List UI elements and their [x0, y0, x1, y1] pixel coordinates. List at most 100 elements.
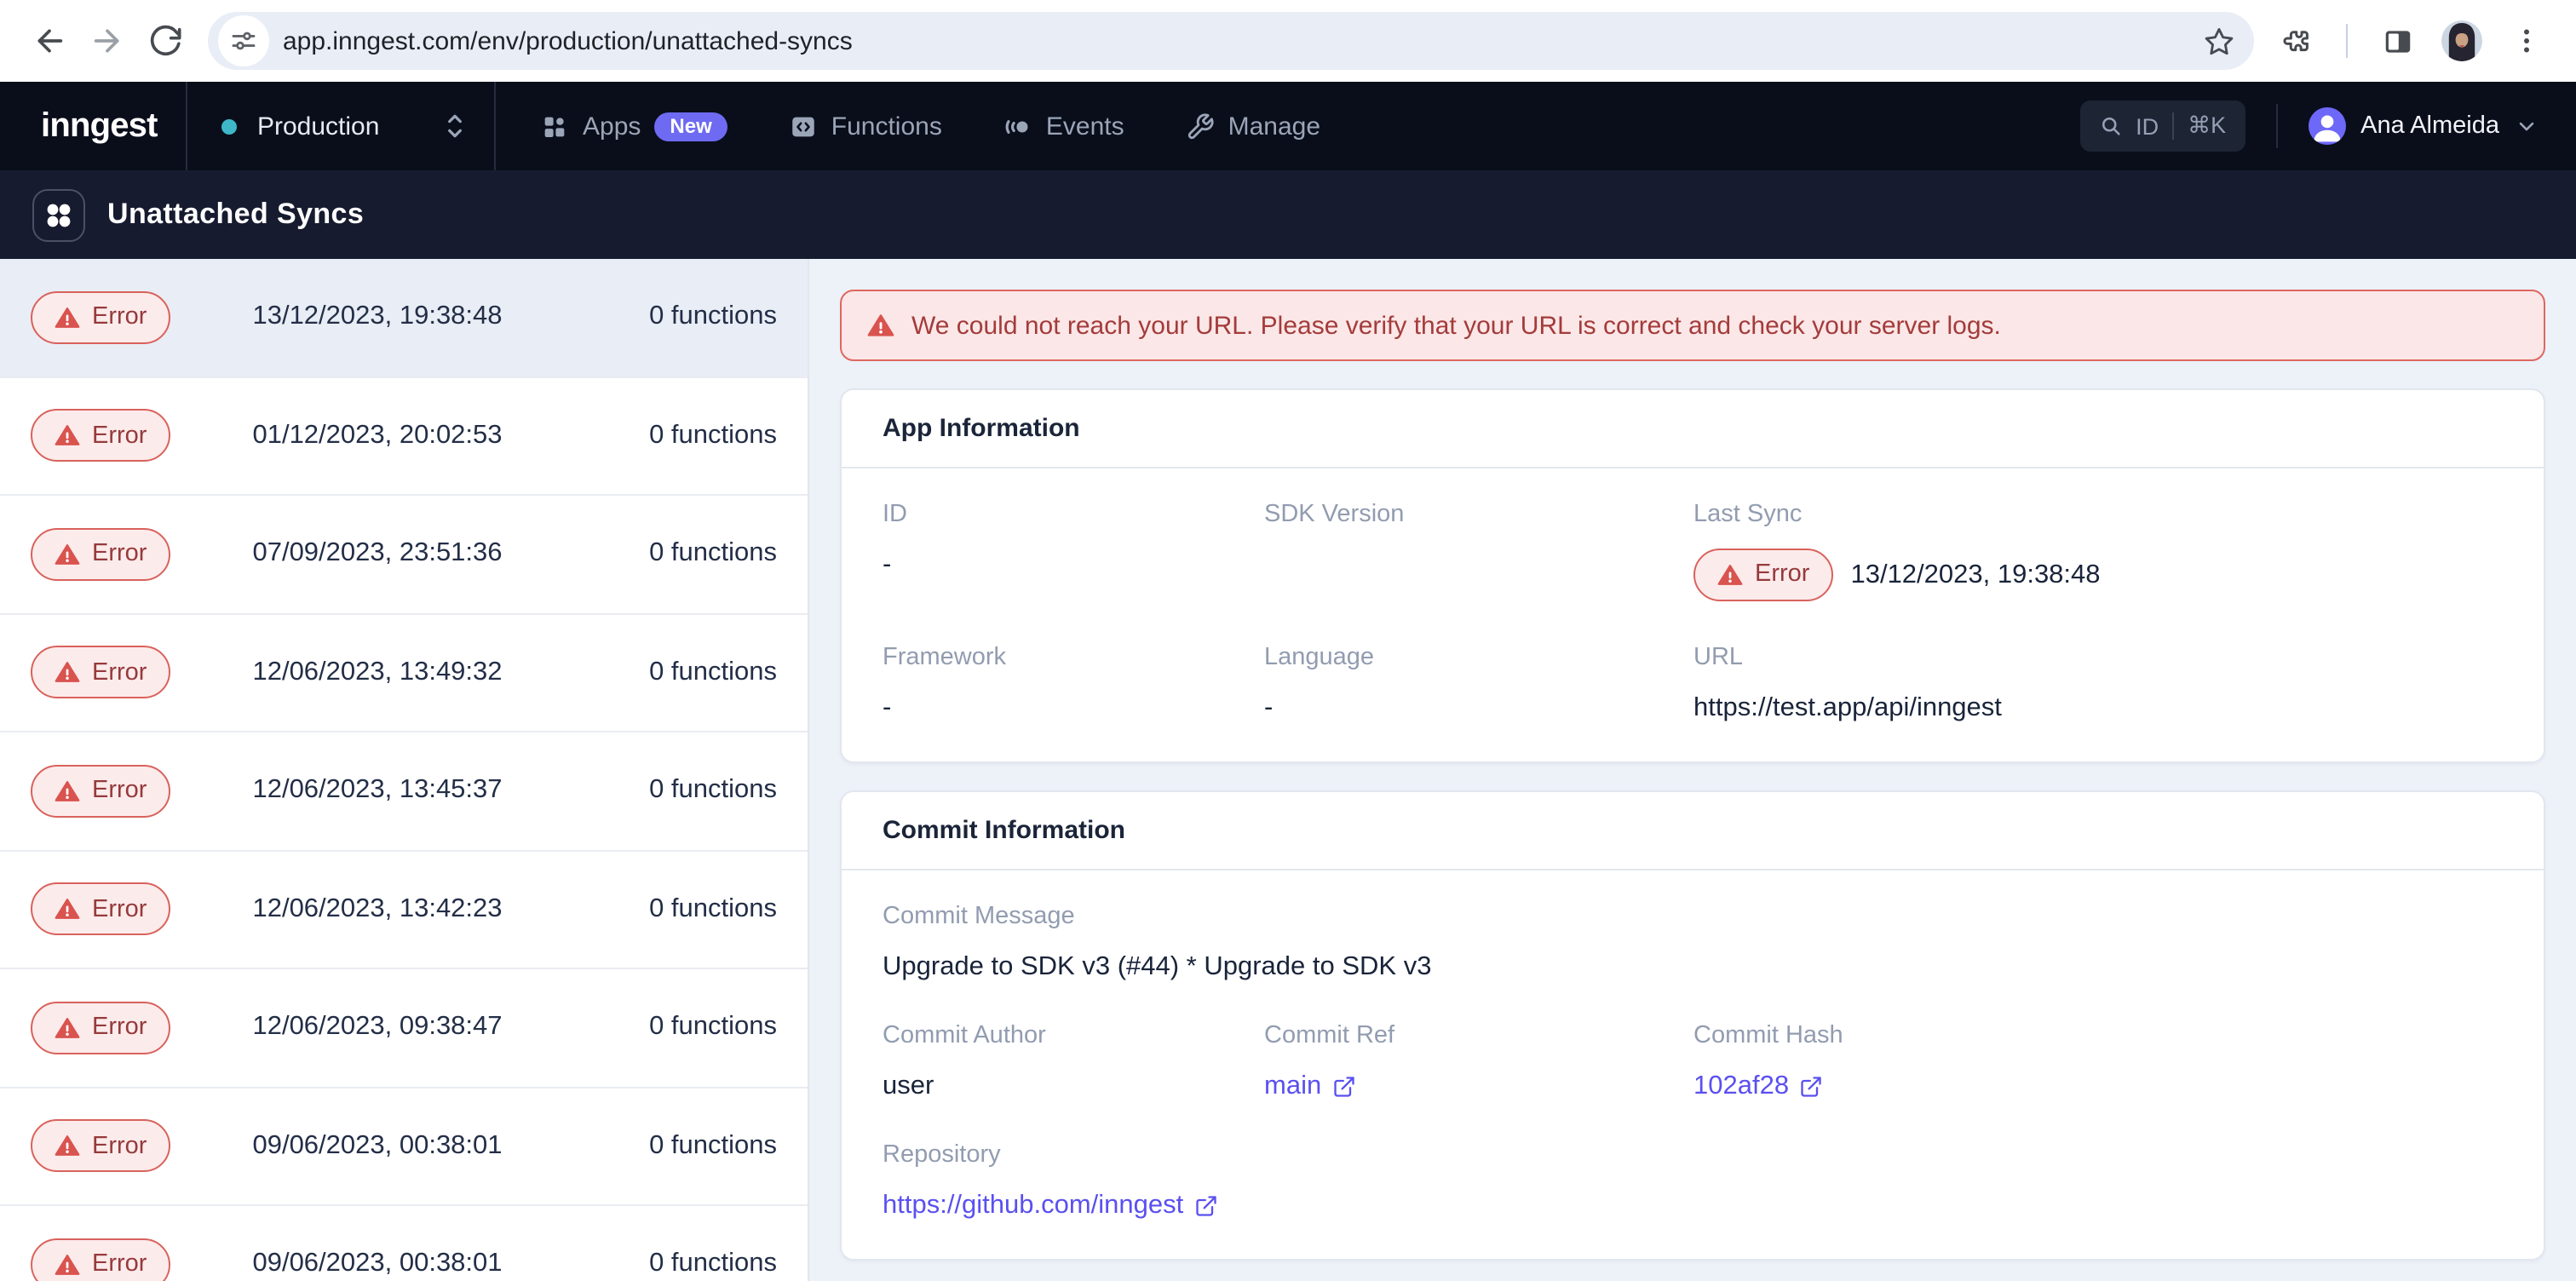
syncs-list: Error 13/12/2023, 19:38:48 0 functions E… — [0, 259, 809, 1281]
url-bar[interactable]: app.inngest.com/env/production/unattache… — [208, 12, 2254, 70]
card-title: App Information — [842, 390, 2544, 468]
browser-menu-button[interactable] — [2498, 12, 2556, 70]
commit-hash-link[interactable]: 102af28 — [1693, 1070, 1823, 1102]
url-text[interactable]: app.inngest.com/env/production/unattache… — [283, 26, 2193, 55]
new-badge: New — [654, 112, 727, 141]
field-sdk-version: SDK Version — [1264, 503, 1693, 601]
nav-item-apps[interactable]: Apps New — [540, 112, 727, 141]
user-avatar — [2308, 107, 2345, 145]
nav-item-label: Functions — [831, 112, 942, 141]
nav-item-label: Events — [1046, 112, 1124, 141]
field-label: Last Sync — [1693, 503, 2503, 528]
site-settings-icon — [230, 27, 257, 55]
external-link-icon — [1331, 1074, 1355, 1098]
field-id: ID - — [883, 503, 1264, 601]
screen: app.inngest.com/env/production/unattache… — [0, 0, 2576, 1281]
back-button[interactable] — [20, 12, 78, 70]
site-info-button[interactable] — [218, 15, 269, 66]
forward-icon — [90, 24, 124, 58]
forward-button[interactable] — [78, 12, 136, 70]
sync-timestamp: 12/06/2023, 13:45:37 — [252, 776, 502, 807]
field-label: SDK Version — [1264, 503, 1693, 528]
navbar-right: ID ⌘K Ana Almeida — [2079, 82, 2576, 170]
sync-detail-panel: We could not reach your URL. Please veri… — [809, 259, 2576, 1281]
apps-grid-icon — [540, 112, 569, 141]
functions-icon — [789, 112, 818, 141]
warning-icon — [1717, 562, 1743, 588]
wrench-icon — [1186, 112, 1215, 141]
bookmark-button[interactable] — [2193, 15, 2244, 66]
toolbar-divider — [2346, 24, 2348, 58]
sync-list-item[interactable]: Error 01/12/2023, 20:02:53 0 functions — [0, 377, 808, 496]
field-label: Commit Author — [883, 1024, 1264, 1049]
warning-icon — [55, 1252, 80, 1278]
unattached-syncs-icon — [32, 188, 85, 241]
external-link-icon — [1799, 1074, 1823, 1098]
three-dot-menu-icon — [2511, 26, 2542, 56]
sync-timestamp: 13/12/2023, 19:38:48 — [252, 302, 502, 333]
sync-list-item[interactable]: Error 09/06/2023, 00:38:01 0 functions — [0, 1206, 808, 1281]
field-label: URL — [1693, 646, 2503, 671]
search-icon — [2098, 114, 2122, 138]
sync-list-item[interactable]: Error 12/06/2023, 13:45:37 0 functions — [0, 732, 808, 851]
content: Error 13/12/2023, 19:38:48 0 functions E… — [0, 259, 2576, 1281]
last-sync-timestamp: 13/12/2023, 19:38:48 — [1850, 559, 2100, 591]
nav-item-functions[interactable]: Functions — [789, 112, 942, 141]
field-label: Commit Ref — [1264, 1024, 1693, 1049]
sync-timestamp: 01/12/2023, 20:02:53 — [252, 421, 502, 451]
extensions-puzzle-icon — [2280, 25, 2313, 57]
status-badge: Error — [31, 410, 170, 462]
search-label: ID — [2136, 113, 2159, 139]
sync-list-item[interactable]: Error 09/06/2023, 00:38:01 0 functions — [0, 1088, 808, 1206]
sync-list-item[interactable]: Error 12/06/2023, 09:38:47 0 functions — [0, 969, 808, 1088]
commit-ref-link[interactable]: main — [1264, 1070, 1355, 1102]
field-url: URL https://test.app/api/inngest — [1693, 646, 2503, 724]
app-url-value: https://test.app/api/inngest — [1693, 692, 2503, 724]
sync-list-item[interactable]: Error 07/09/2023, 23:51:36 0 functions — [0, 496, 808, 614]
sync-list-item[interactable]: Error 12/06/2023, 13:42:23 0 functions — [0, 851, 808, 969]
status-badge: Error — [31, 1002, 170, 1054]
status-badge: Error — [31, 528, 170, 581]
extensions-button[interactable] — [2268, 12, 2326, 70]
field-commit-message: Commit Message Upgrade to SDK v3 (#44) *… — [883, 905, 2503, 983]
nav-item-label: Apps — [583, 112, 641, 141]
reload-button[interactable] — [136, 12, 194, 70]
logo-container[interactable]: inngest — [0, 82, 187, 170]
field-label: Framework — [883, 646, 1264, 671]
sync-function-count: 0 functions — [649, 421, 777, 451]
environment-selector[interactable]: Production — [187, 82, 496, 170]
side-panel-button[interactable] — [2368, 12, 2426, 70]
star-icon — [2202, 25, 2234, 57]
field-value: - — [883, 549, 1264, 581]
field-repository: Repository https://github.com/inngest — [883, 1143, 2503, 1221]
warning-icon — [867, 312, 894, 339]
status-badge: Error — [31, 765, 170, 818]
warning-icon — [55, 1015, 80, 1041]
user-menu[interactable]: Ana Almeida — [2308, 107, 2539, 145]
field-last-sync: Last Sync Error 13/12/2023, 19:38:48 — [1693, 503, 2503, 601]
search-shortcut: ⌘K — [2188, 112, 2226, 140]
field-commit-hash: Commit Hash 102af28 — [1693, 1024, 2503, 1102]
browser-profile-button[interactable] — [2433, 12, 2491, 70]
status-badge: Error — [1693, 549, 1833, 601]
field-value: - — [883, 692, 1264, 724]
inngest-logo[interactable]: inngest — [41, 106, 158, 146]
commit-message-value: Upgrade to SDK v3 (#44) * Upgrade to SDK… — [883, 951, 2503, 983]
nav-item-manage[interactable]: Manage — [1186, 112, 1320, 141]
search-button[interactable]: ID ⌘K — [2079, 101, 2245, 152]
primary-nav: Apps New Functions Events Manage — [540, 82, 1320, 170]
chevron-down-icon — [2515, 114, 2539, 138]
user-name: Ana Almeida — [2360, 112, 2499, 140]
status-badge: Error — [31, 291, 170, 344]
environment-status-dot — [221, 118, 237, 134]
nav-item-events[interactable]: Events — [1003, 112, 1124, 141]
sync-list-item[interactable]: Error 13/12/2023, 19:38:48 0 functions — [0, 259, 808, 377]
warning-icon — [55, 1134, 80, 1159]
warning-icon — [55, 660, 80, 686]
page-title: Unattached Syncs — [107, 198, 364, 232]
field-commit-author: Commit Author user — [883, 1024, 1264, 1102]
sync-list-item[interactable]: Error 12/06/2023, 13:49:32 0 functions — [0, 614, 808, 732]
repository-link[interactable]: https://github.com/inngest — [883, 1189, 1217, 1221]
warning-icon — [55, 423, 80, 449]
browser-actions — [2268, 12, 2559, 70]
